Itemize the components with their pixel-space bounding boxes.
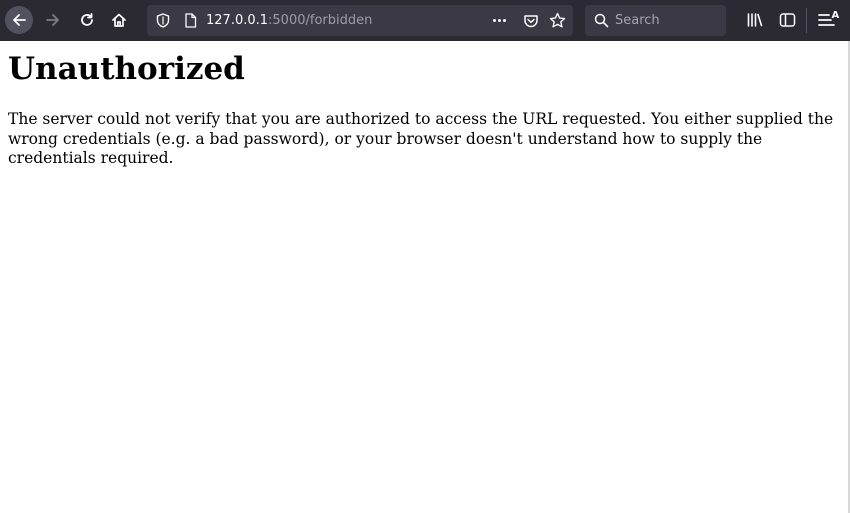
search-bar[interactable]: Search: [585, 5, 726, 36]
search-icon: [593, 12, 610, 29]
home-button[interactable]: [105, 6, 133, 34]
page-title: Unauthorized: [8, 51, 245, 87]
browser-toolbar: 127.0.0.1:5000/forbidden Search A: [0, 0, 850, 41]
toolbar-separator: [806, 8, 807, 33]
search-placeholder[interactable]: Search: [615, 12, 660, 29]
hamburger-menu-icon: A: [818, 10, 840, 26]
update-badge: A: [832, 10, 840, 21]
error-message: The server could not verify that you are…: [8, 110, 834, 167]
back-button[interactable]: [5, 6, 33, 34]
sidebar-icon: [779, 13, 795, 27]
home-icon: [112, 13, 126, 27]
url-bar[interactable]: 127.0.0.1:5000/forbidden: [147, 5, 573, 36]
menu-button[interactable]: A: [814, 6, 842, 34]
page-content: Unauthorized The server could not verify…: [0, 41, 850, 513]
star-icon[interactable]: [549, 12, 566, 29]
sidebar-button[interactable]: [773, 6, 801, 34]
library-icon: [747, 13, 763, 27]
url-text[interactable]: 127.0.0.1:5000/forbidden: [206, 12, 372, 29]
forward-button[interactable]: [39, 6, 67, 34]
more-icon[interactable]: [491, 12, 508, 29]
shield-icon[interactable]: [154, 12, 171, 29]
url-path: :5000/forbidden: [268, 13, 373, 28]
reload-button[interactable]: [73, 6, 101, 34]
reload-icon: [81, 13, 93, 26]
library-button[interactable]: [741, 6, 769, 34]
arrow-right-icon: [46, 14, 59, 26]
page-icon[interactable]: [182, 12, 199, 29]
pocket-icon[interactable]: [522, 12, 539, 29]
url-host: 127.0.0.1: [206, 13, 269, 28]
arrow-left-icon: [13, 14, 26, 26]
